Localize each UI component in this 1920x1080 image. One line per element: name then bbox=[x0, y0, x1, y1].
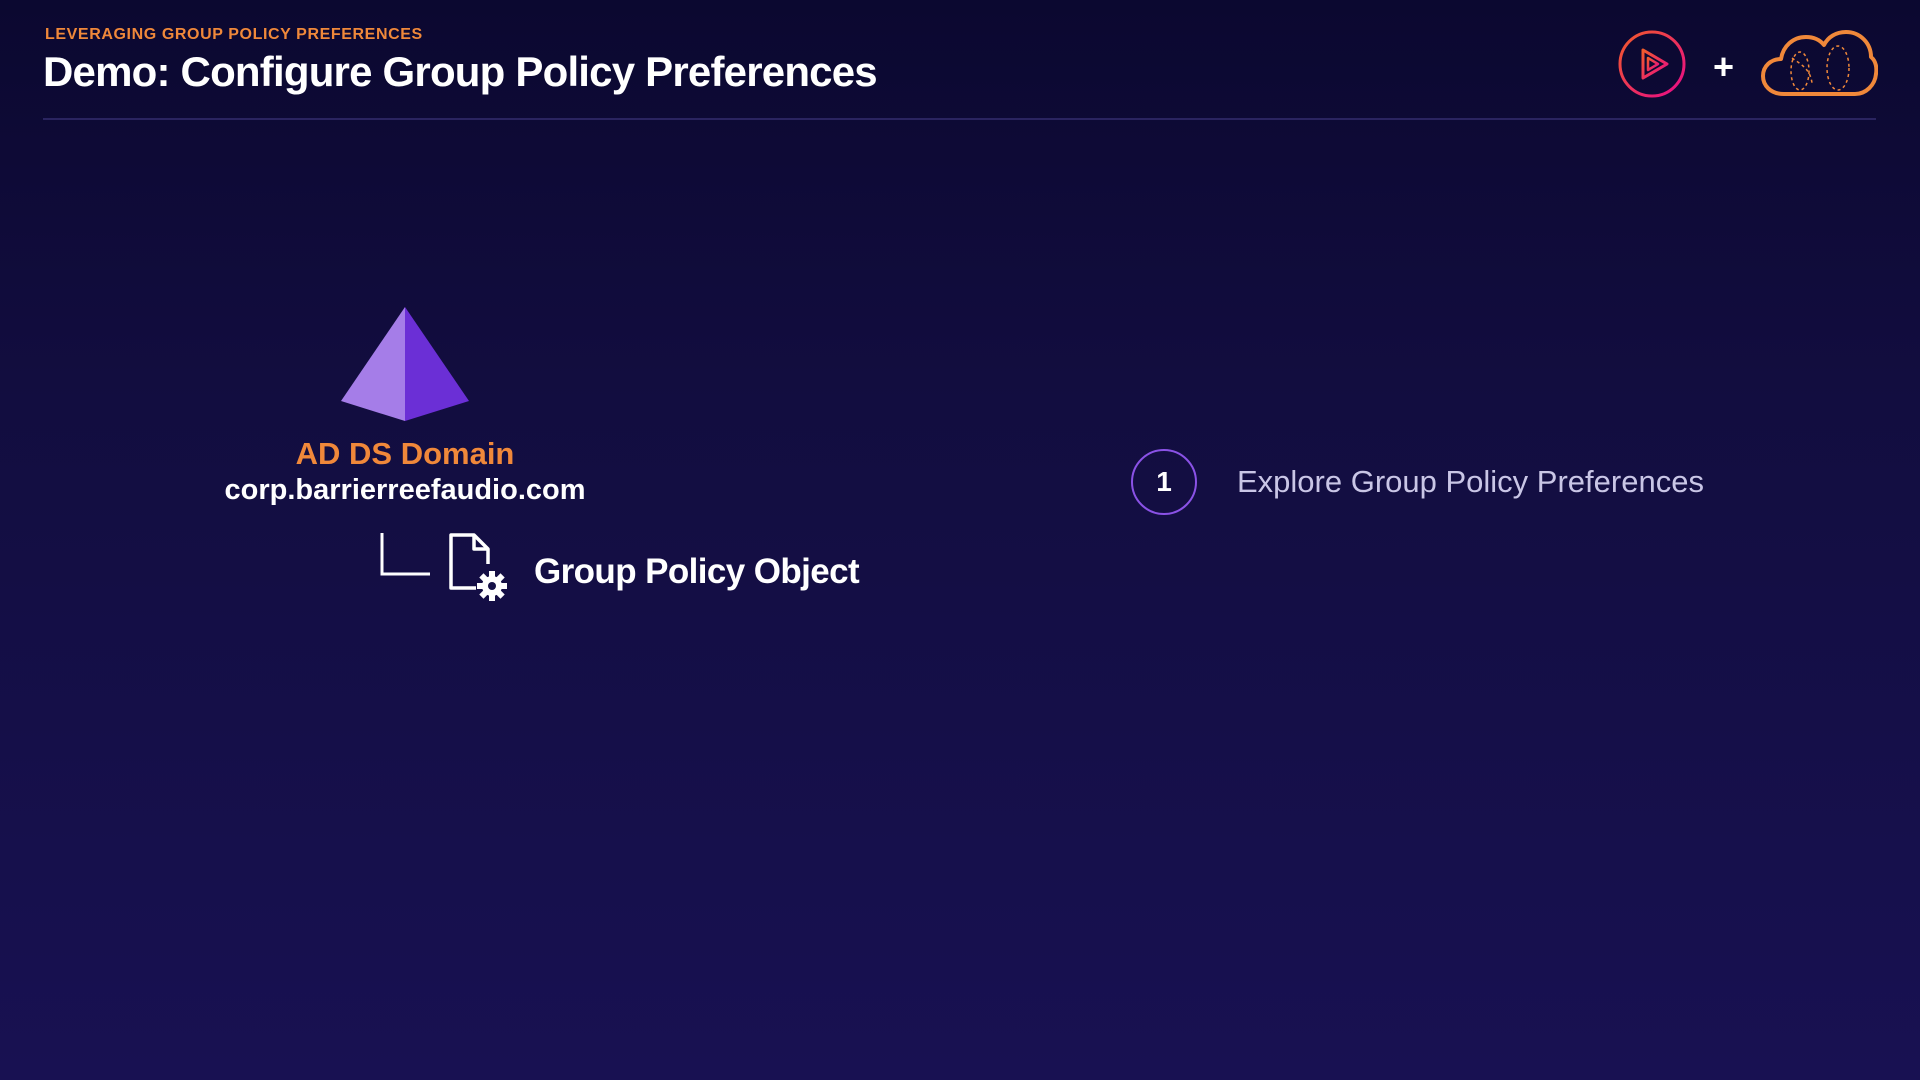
pyramid-icon bbox=[339, 307, 471, 427]
step-item: 1 Explore Group Policy Preferences bbox=[1131, 449, 1704, 515]
step-label: Explore Group Policy Preferences bbox=[1237, 464, 1704, 499]
domain-label: AD DS Domain bbox=[295, 436, 515, 471]
domain-name: corp.barrierreefaudio.com bbox=[224, 474, 586, 506]
pluralsight-play-icon bbox=[1617, 29, 1687, 104]
brand-logos: + bbox=[1617, 28, 1879, 105]
tree-connector-icon bbox=[378, 530, 432, 585]
gpo-row: Group Policy Object bbox=[378, 530, 860, 609]
domain-block: AD DS Domain corp.barrierreefaudio.com bbox=[170, 305, 640, 507]
cloud-icon bbox=[1760, 28, 1879, 105]
header-divider bbox=[43, 118, 1876, 120]
plus-separator: + bbox=[1712, 45, 1734, 87]
step-number-badge: 1 bbox=[1131, 449, 1197, 515]
slide-title: Demo: Configure Group Policy Preferences bbox=[43, 48, 878, 95]
gpo-label: Group Policy Object bbox=[534, 552, 860, 591]
document-gear-icon bbox=[446, 530, 510, 609]
slide-eyebrow: LEVERAGING GROUP POLICY PREFERENCES bbox=[45, 26, 423, 43]
